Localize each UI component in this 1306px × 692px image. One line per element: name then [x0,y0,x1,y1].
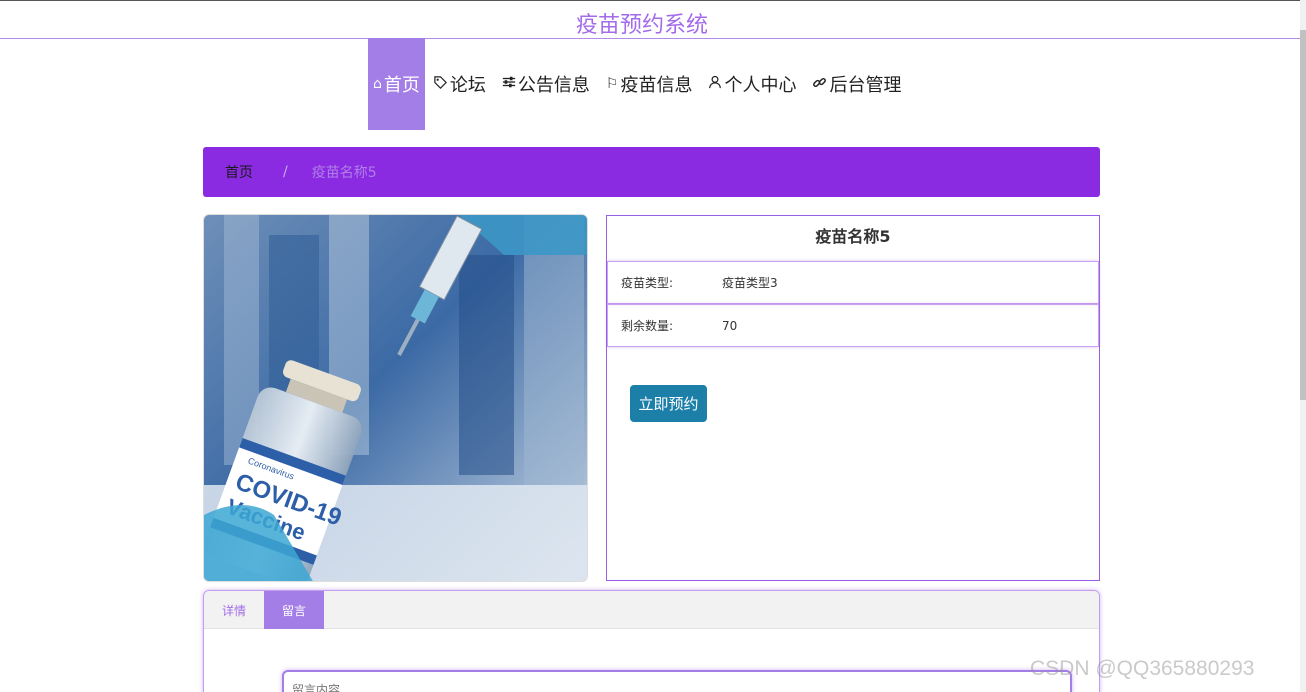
nav-item-profile[interactable]: 个人中心 [700,38,804,130]
link-icon [812,75,827,94]
field-label: 剩余数量: [621,319,674,333]
nav-item-forum[interactable]: 论坛 [425,38,494,130]
nav-item-home[interactable]: ⌂ 首页 [368,38,425,130]
tab-details[interactable]: 详情 [204,591,264,629]
nav-item-vaccines[interactable]: ⚐ 疫苗信息 [598,38,701,130]
tab-bar: 详情 留言 [204,591,1099,629]
breadcrumb-separator: / [283,164,288,180]
nav-item-label: 个人中心 [724,75,797,96]
sliders-icon [502,75,516,93]
nav-item-label: 论坛 [449,75,486,96]
comment-input[interactable] [282,670,1072,692]
home-icon: ⌂ [373,76,382,92]
nav-item-label: 后台管理 [829,75,902,96]
breadcrumb-home[interactable]: 首页 [225,162,253,182]
info-row-type: 疫苗类型: 疫苗类型3 [607,261,1099,304]
top-bar: 疫苗预约系统 [0,0,1306,39]
nav-item-admin[interactable]: 后台管理 [804,38,909,130]
tab-comments[interactable]: 留言 [264,591,324,629]
tag-icon [433,75,448,94]
nav-item-label: 首页 [383,75,420,96]
breadcrumb-current: 疫苗名称5 [311,165,377,181]
site-title: 疫苗预约系统 [575,13,708,38]
nav-item-label: 公告信息 [517,75,590,96]
nav-item-announcements[interactable]: 公告信息 [494,38,598,130]
book-now-button[interactable]: 立即预约 [630,385,707,422]
field-label: 疫苗类型: [621,276,674,290]
detail-tabs: 详情 留言 [203,590,1100,692]
scrollbar-thumb[interactable] [1300,30,1306,400]
user-icon [708,75,722,93]
flag-icon: ⚐ [605,76,619,92]
breadcrumb: 首页 / 疫苗名称5 [203,147,1100,197]
scrollbar[interactable] [1300,0,1306,692]
main-nav: ⌂ 首页 论坛 公告信息 ⚐ 疫苗信息 个人中心 后台管理 [368,38,909,130]
watermark: CSDN @QQ365880293 [1030,657,1255,680]
info-row-stock: 剩余数量: 70 [607,304,1099,347]
field-value: 疫苗类型3 [722,276,778,290]
nav-item-label: 疫苗信息 [620,75,693,96]
vaccine-image: Coronavirus COVID-19 Vaccine [203,214,588,582]
vaccine-info-panel: 疫苗名称5 疫苗类型: 疫苗类型3 剩余数量: 70 立即预约 [606,215,1100,581]
field-value: 70 [722,318,738,333]
vaccine-name: 疫苗名称5 [815,227,891,246]
